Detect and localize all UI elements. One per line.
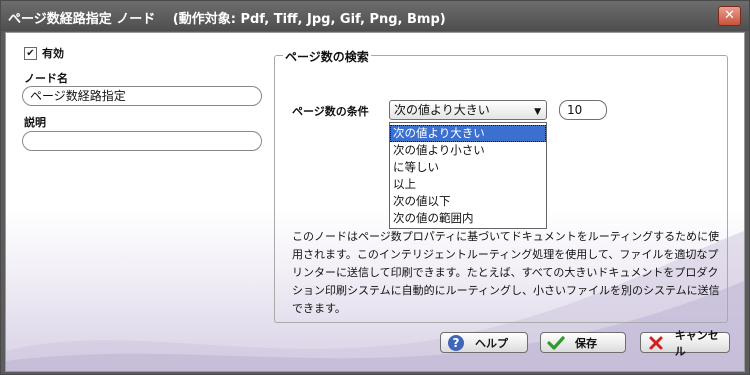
window-title: ページ数経路指定 ノード (動作対象: Pdf, Tiff, Jpg, Gif,… [8,12,446,27]
condition-selected-value: 次の値より大きい [394,103,490,117]
dropdown-option[interactable]: 次の値の範囲内 [390,210,546,227]
dialog-window: ページ数経路指定 ノード (動作対象: Pdf, Tiff, Jpg, Gif,… [0,0,750,375]
cancel-label: キャンセル [674,328,719,358]
help-label: ヘルプ [475,336,508,350]
enabled-toggle[interactable]: ✔ 有効 [24,45,64,61]
dropdown-option[interactable]: 次の値以下 [390,193,546,210]
help-button[interactable]: ? ヘルプ [440,332,528,353]
condition-select[interactable]: 次の値より大きい ▼ [389,100,547,120]
save-button[interactable]: 保存 [540,332,626,353]
save-label: 保存 [575,336,597,350]
check-icon [545,333,567,352]
cancel-button[interactable]: キャンセル [640,329,730,358]
condition-dropdown-list: 次の値より大きい 次の値より小さい に等しい 以上 次の値以下 次の値の範囲内 [389,122,547,229]
node-description-text: このノードはページ数プロパティに基づいてドキュメントをルーティングするために使用… [292,230,720,315]
chevron-down-icon: ▼ [534,107,541,117]
description-label: 説明 [24,116,46,129]
dropdown-option[interactable]: に等しい [390,159,546,176]
title-bar[interactable]: ページ数経路指定 ノード (動作対象: Pdf, Tiff, Jpg, Gif,… [1,1,749,31]
enabled-label: 有効 [42,47,64,60]
node-name-label: ノード名 [24,72,68,85]
help-icon: ? [445,333,467,352]
node-name-input[interactable]: ページ数経路指定 [22,86,262,106]
page-count-search-group: ページ数の検索 ページ数の条件 次の値より大きい ▼ 10 次の値より大きい 次… [274,48,728,323]
x-icon [645,333,667,352]
group-title: ページ数の検索 [283,48,371,65]
enabled-checkbox[interactable]: ✔ [24,46,37,60]
description-input[interactable] [22,131,262,151]
svg-text:?: ? [453,336,460,350]
condition-label: ページ数の条件 [292,105,369,118]
dropdown-option[interactable]: 次の値より大きい [390,125,546,142]
page-count-input[interactable]: 10 [559,100,607,120]
dropdown-option[interactable]: 次の値より小さい [390,142,546,159]
dropdown-option[interactable]: 以上 [390,176,546,193]
close-icon: ✕ [724,8,735,23]
dialog-body: ✔ 有効 ノード名 ページ数経路指定 説明 ページ数の検索 ページ数の条件 次の… [5,32,745,372]
close-button[interactable]: ✕ [718,6,741,26]
